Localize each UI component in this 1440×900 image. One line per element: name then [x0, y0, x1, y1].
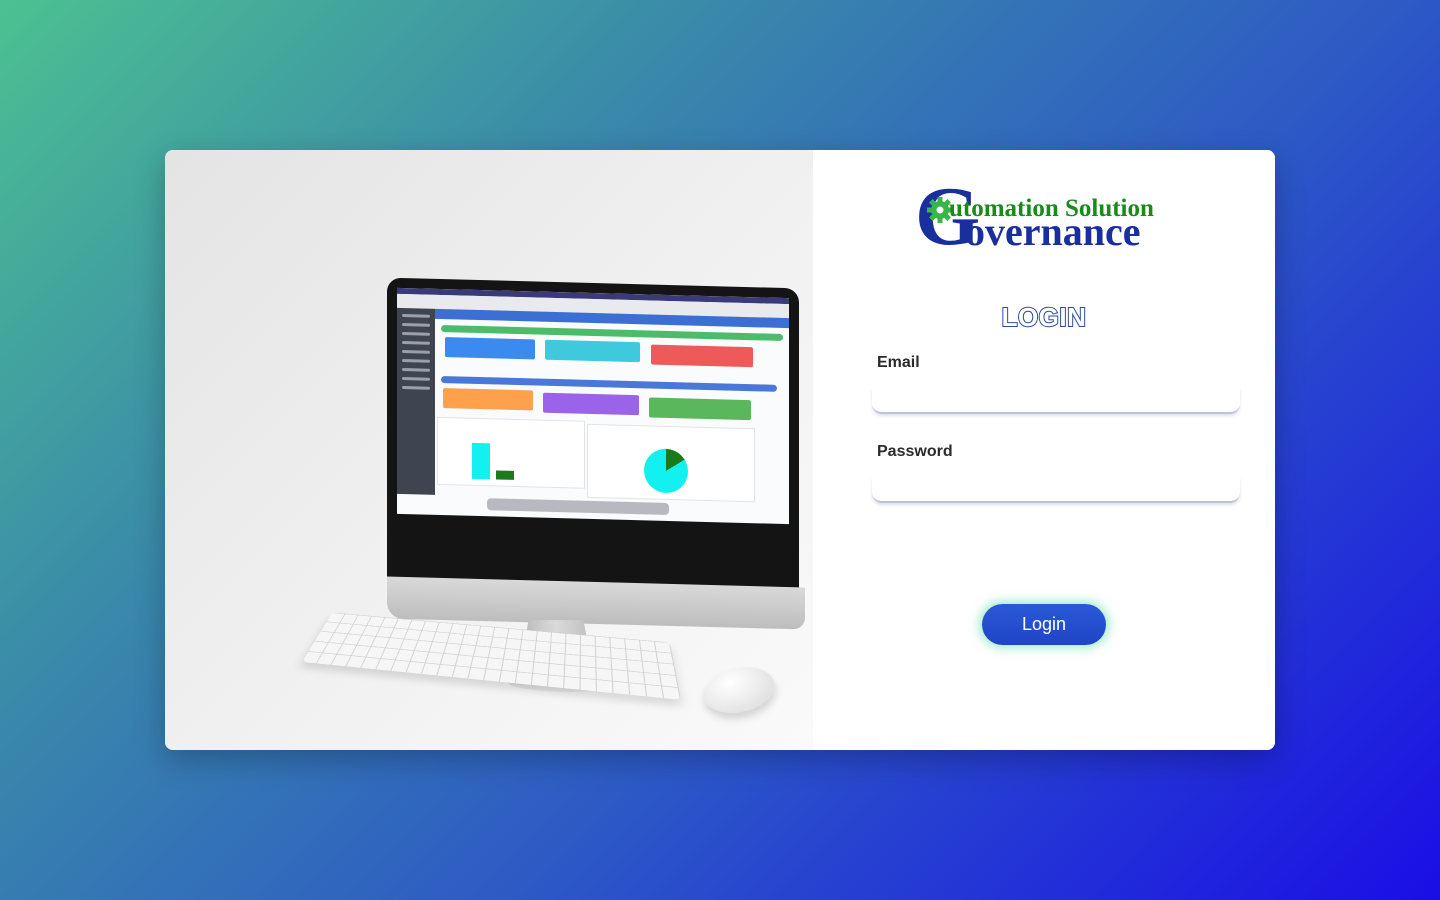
dashboard-screenshot — [397, 287, 789, 525]
email-label: Email — [877, 354, 920, 371]
keyboard-illustration — [302, 612, 682, 700]
mouse-illustration — [699, 660, 779, 720]
logo-line2: overnance — [965, 209, 1141, 252]
hero-illustration — [165, 150, 813, 750]
monitor-illustration — [387, 277, 799, 591]
login-card: G utomation Solution overnance LOGIN — [165, 150, 1275, 750]
email-field[interactable] — [872, 388, 1240, 414]
login-button[interactable]: Login — [982, 604, 1106, 645]
password-label: Password — [877, 443, 953, 460]
page-title: LOGIN — [1001, 301, 1087, 333]
password-field[interactable] — [872, 477, 1240, 503]
company-logo: G utomation Solution overnance — [915, 176, 1154, 252]
login-panel: G utomation Solution overnance LOGIN — [813, 150, 1275, 750]
